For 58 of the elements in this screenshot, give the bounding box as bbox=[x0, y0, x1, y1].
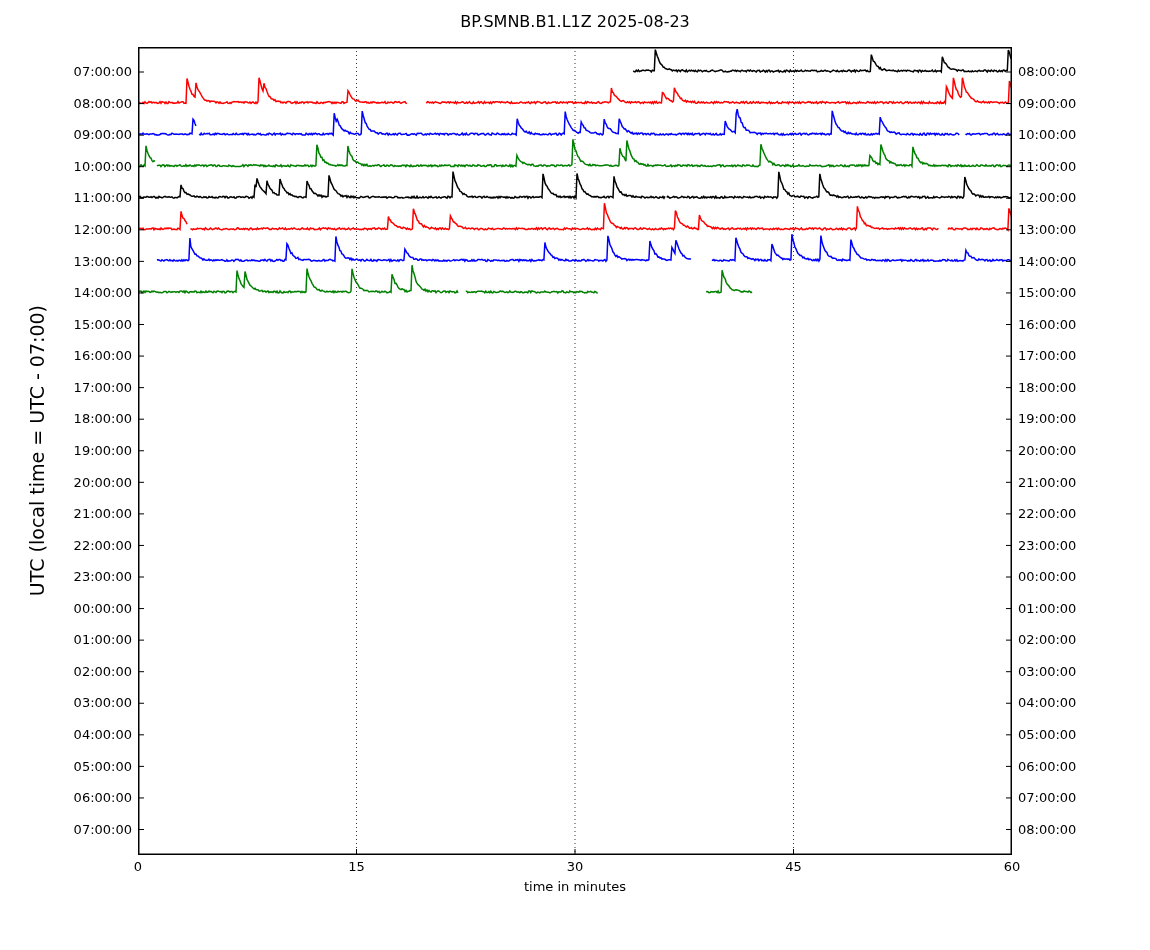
x-tick-label: 0 bbox=[132, 858, 144, 876]
y-tick-label: 19:00:00 bbox=[1018, 410, 1077, 429]
y-tick-label: 03:00:00 bbox=[73, 694, 132, 713]
y-tick-label: 19:00:00 bbox=[73, 441, 132, 460]
y-tick-label: 11:00:00 bbox=[1018, 157, 1077, 176]
y-tick-label: 09:00:00 bbox=[1018, 94, 1077, 113]
y-tick-label: 00:00:00 bbox=[1018, 568, 1077, 587]
y-tick-label: 15:00:00 bbox=[1018, 284, 1077, 303]
y-tick-label: 20:00:00 bbox=[73, 473, 132, 492]
y-tick-label: 22:00:00 bbox=[73, 536, 132, 555]
chart-title: BP.SMNB.B1.L1Z 2025-08-23 bbox=[460, 12, 690, 31]
y-tick-label: 00:00:00 bbox=[73, 599, 132, 618]
y-tick-label: 16:00:00 bbox=[1018, 315, 1077, 334]
y-tick-label: 12:00:00 bbox=[73, 221, 132, 240]
x-tick-label: 15 bbox=[347, 858, 366, 876]
y-tick-label: 03:00:00 bbox=[1018, 662, 1077, 681]
y-tick-label: 13:00:00 bbox=[73, 252, 132, 271]
y-tick-label: 13:00:00 bbox=[1018, 221, 1077, 240]
y-tick-label: 07:00:00 bbox=[73, 820, 132, 839]
y-axis-label: UTC (local time = UTC - 07:00) bbox=[25, 305, 48, 597]
x-tick-label: 60 bbox=[1002, 858, 1022, 876]
y-tick-label: 21:00:00 bbox=[1018, 473, 1077, 492]
y-tick-label: 01:00:00 bbox=[1018, 599, 1077, 618]
y-tick-label: 17:00:00 bbox=[73, 378, 132, 397]
y-tick-label: 02:00:00 bbox=[73, 662, 132, 681]
y-tick-label: 22:00:00 bbox=[1018, 505, 1077, 524]
y-tick-label: 17:00:00 bbox=[1018, 347, 1077, 366]
y-tick-label: 12:00:00 bbox=[1018, 189, 1077, 208]
y-tick-label: 07:00:00 bbox=[73, 63, 132, 82]
y-tick-label: 21:00:00 bbox=[73, 505, 132, 524]
y-tick-label: 08:00:00 bbox=[73, 94, 132, 113]
y-tick-label: 14:00:00 bbox=[1018, 252, 1077, 271]
y-tick-label: 08:00:00 bbox=[1018, 820, 1077, 839]
y-tick-label: 06:00:00 bbox=[1018, 757, 1077, 776]
y-tick-label: 06:00:00 bbox=[73, 789, 132, 808]
y-tick-label: 18:00:00 bbox=[73, 410, 132, 429]
y-tick-label: 01:00:00 bbox=[73, 631, 132, 650]
y-tick-label: 20:00:00 bbox=[1018, 441, 1077, 460]
y-tick-label: 04:00:00 bbox=[73, 726, 132, 745]
x-tick-label: 45 bbox=[784, 858, 803, 876]
y-tick-label: 08:00:00 bbox=[1018, 63, 1077, 82]
y-tick-label: 10:00:00 bbox=[73, 157, 132, 176]
y-tick-label: 23:00:00 bbox=[73, 568, 132, 587]
y-tick-label: 02:00:00 bbox=[1018, 631, 1077, 650]
x-tick-label: 30 bbox=[565, 858, 585, 876]
y-tick-label: 04:00:00 bbox=[1018, 694, 1077, 713]
y-tick-label: 18:00:00 bbox=[1018, 378, 1077, 397]
y-tick-label: 05:00:00 bbox=[1018, 726, 1077, 745]
y-tick-label: 16:00:00 bbox=[73, 347, 132, 366]
y-tick-label: 07:00:00 bbox=[1018, 789, 1077, 808]
y-tick-label: 09:00:00 bbox=[73, 126, 132, 145]
y-tick-label: 10:00:00 bbox=[1018, 126, 1077, 145]
y-tick-label: 15:00:00 bbox=[73, 315, 132, 334]
y-tick-label: 23:00:00 bbox=[1018, 536, 1077, 555]
x-axis-label: time in minutes bbox=[523, 879, 627, 894]
y-tick-label: 11:00:00 bbox=[73, 189, 132, 208]
y-tick-label: 14:00:00 bbox=[73, 284, 132, 303]
y-tick-label: 05:00:00 bbox=[73, 757, 132, 776]
